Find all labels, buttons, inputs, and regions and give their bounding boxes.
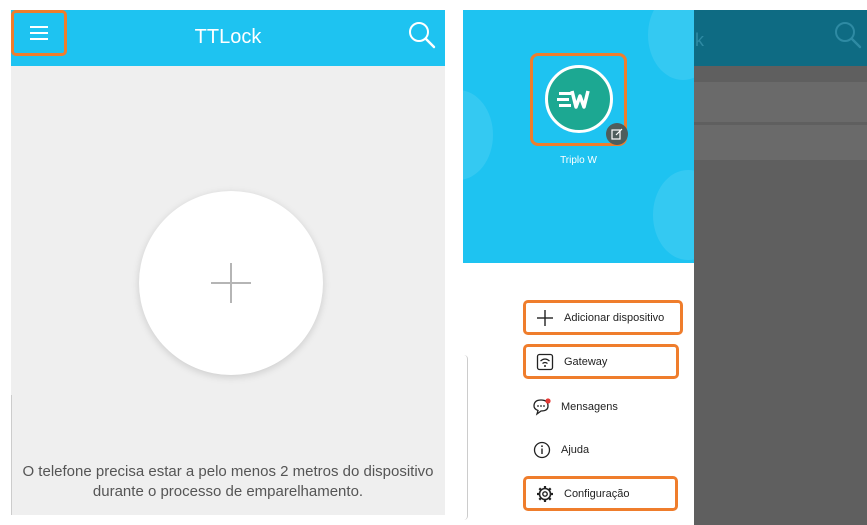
search-icon — [835, 22, 862, 49]
menu-item-label: Gateway — [564, 355, 608, 368]
drawer-header: Triplo W — [463, 10, 694, 263]
menu-item-label: Configuração — [564, 487, 630, 500]
plus-icon — [534, 307, 556, 329]
dimmed-row — [693, 82, 867, 122]
dimmed-title-fragment: k — [695, 30, 704, 50]
pairing-hint: O telefone precisa estar a pelo menos 2 … — [22, 463, 434, 500]
app-title: TTLock — [194, 26, 262, 48]
menu-item-gateway[interactable]: Gateway — [523, 344, 679, 379]
username: Triplo W — [560, 155, 597, 166]
decorative-circle — [653, 170, 694, 260]
chat-bubble-icon — [531, 396, 553, 418]
menu-item-label: Mensagens — [561, 401, 618, 413]
add-device-button[interactable] — [139, 191, 323, 375]
menu-item-label: Ajuda — [561, 444, 590, 456]
menu-item-add-device[interactable]: Adicionar dispositivo — [523, 300, 683, 335]
avatar[interactable] — [545, 65, 628, 145]
wifi-gateway-icon — [534, 351, 556, 373]
search-icon[interactable] — [407, 20, 437, 50]
avatar-highlight — [530, 53, 628, 146]
dimmed-row — [693, 125, 867, 160]
decorative-circle — [648, 10, 694, 80]
info-circle-icon — [531, 439, 553, 461]
app-bar: TTLock — [11, 10, 445, 66]
ew-logo — [557, 90, 590, 109]
drawer-screen: k Triplo W Adicionar dispositivo Gateway… — [463, 10, 867, 525]
edit-icon — [611, 128, 623, 140]
navigation-drawer: Triplo W Adicionar dispositivo Gateway M… — [463, 10, 694, 525]
gear-icon — [534, 483, 556, 505]
edge-handle — [463, 355, 468, 520]
menu-item-label: Adicionar dispositivo — [564, 311, 665, 324]
menu-item-settings[interactable]: Configuração — [523, 476, 678, 511]
edit-avatar-button[interactable] — [606, 123, 628, 145]
main-screen: TTLock O telefone precisa estar a pelo m… — [11, 10, 445, 515]
decorative-circle — [463, 90, 493, 180]
menu-item-help[interactable]: Ajuda — [523, 435, 679, 465]
menu-item-messages[interactable]: Mensagens — [523, 392, 679, 422]
